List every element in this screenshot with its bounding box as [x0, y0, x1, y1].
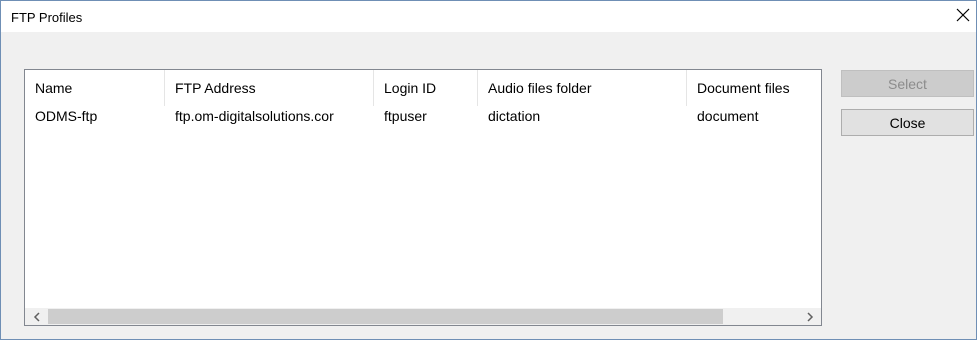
close-icon[interactable]	[952, 4, 974, 26]
cell-audio-files-folder: dictation	[488, 108, 541, 124]
table-header: Name FTP Address Login ID Audio files fo…	[25, 70, 821, 106]
close-button[interactable]: Close	[841, 109, 974, 136]
title-bar: FTP Profiles	[1, 1, 976, 32]
scrollbar-thumb[interactable]	[48, 309, 723, 324]
ftp-profiles-dialog: FTP Profiles Name FTP Address Login ID A…	[0, 0, 977, 340]
table-row[interactable]: ODMS-ftp ftp.om-digitalsolutions.cor ftp…	[25, 106, 821, 126]
scroll-right-arrow-icon[interactable]	[801, 308, 818, 325]
cell-document-files: document	[697, 108, 759, 124]
select-button[interactable]: Select	[841, 70, 974, 97]
cell-ftp-address: ftp.om-digitalsolutions.cor	[175, 108, 334, 124]
scroll-left-arrow-icon[interactable]	[28, 308, 45, 325]
column-header-ftp-address[interactable]: FTP Address	[165, 70, 374, 106]
column-header-document-files[interactable]: Document files	[687, 70, 821, 106]
horizontal-scrollbar[interactable]	[25, 308, 821, 325]
window-title: FTP Profiles	[11, 10, 83, 25]
profiles-list[interactable]: Name FTP Address Login ID Audio files fo…	[24, 69, 822, 326]
cell-name: ODMS-ftp	[35, 108, 98, 124]
column-header-audio-files-folder[interactable]: Audio files folder	[478, 70, 687, 106]
column-header-name[interactable]: Name	[25, 70, 165, 106]
cell-login-id: ftpuser	[384, 108, 427, 124]
column-header-login-id[interactable]: Login ID	[374, 70, 478, 106]
